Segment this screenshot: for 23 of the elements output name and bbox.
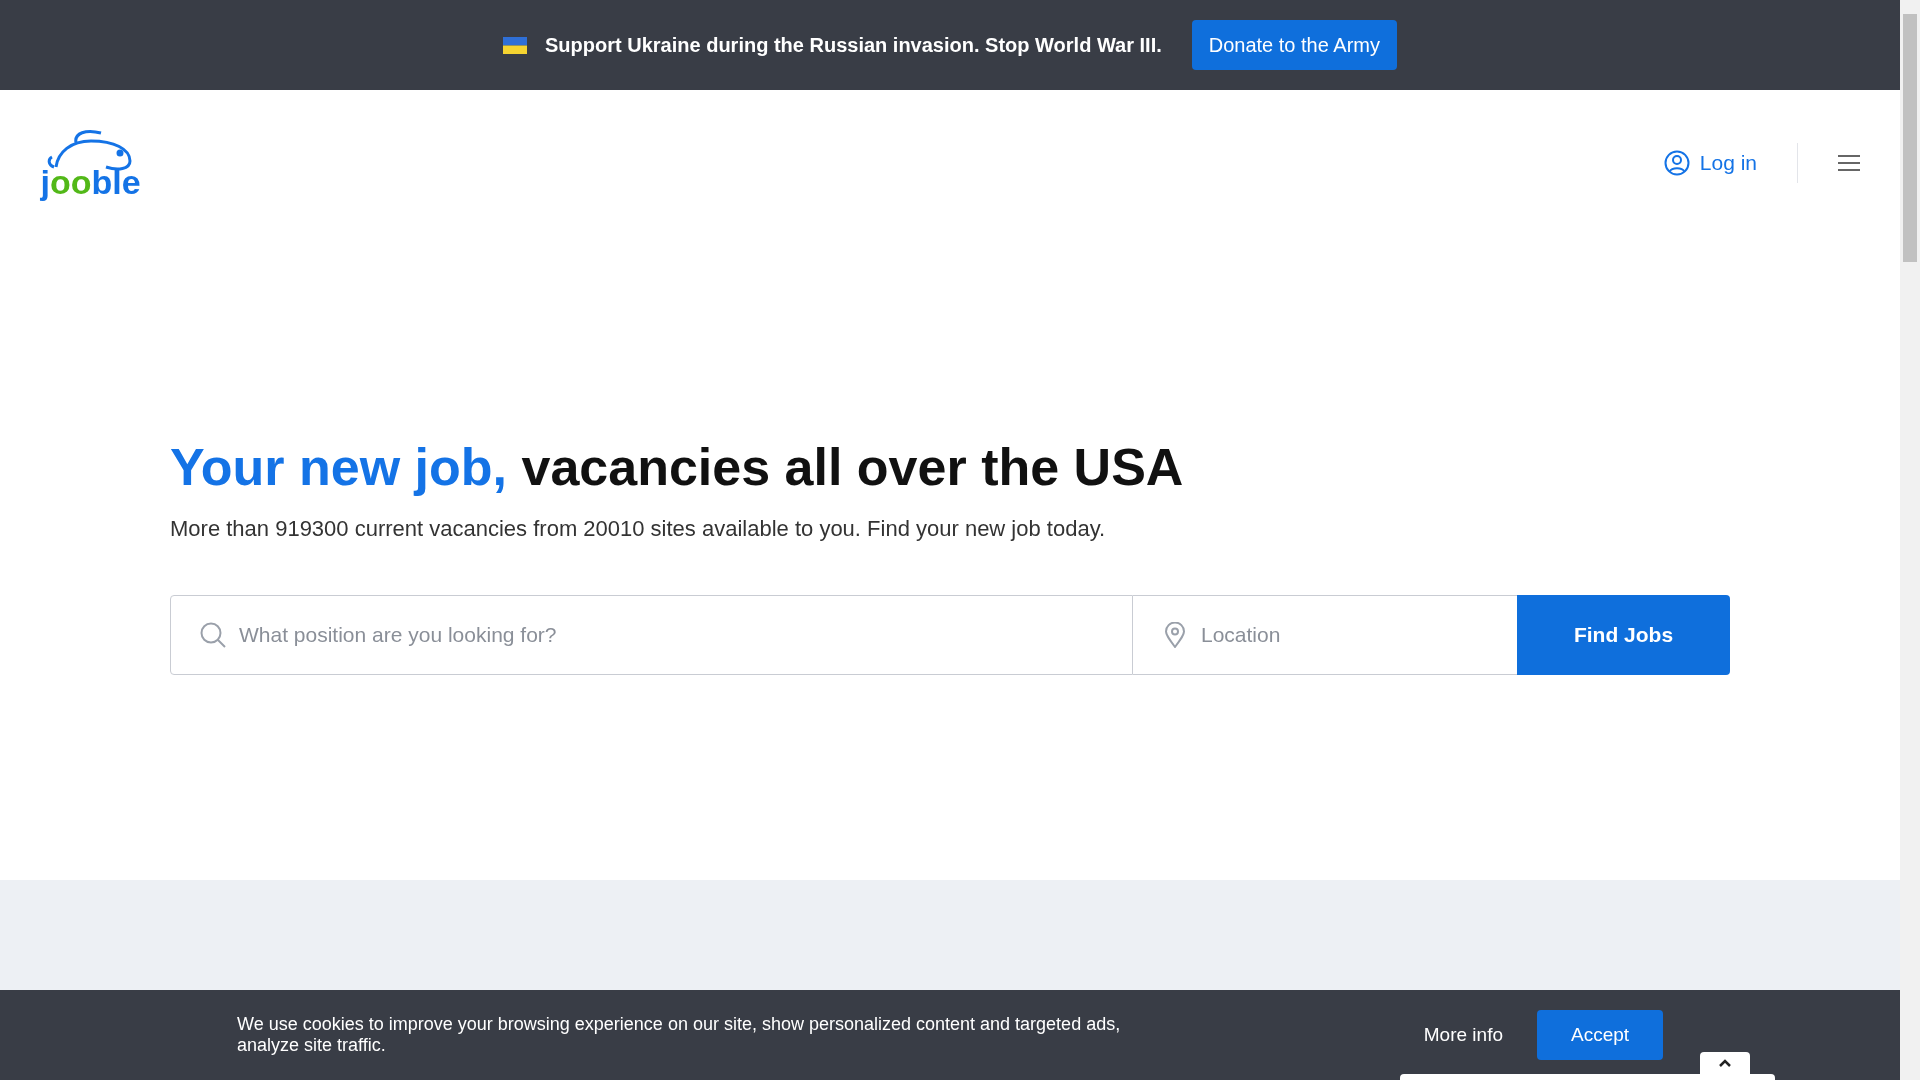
menu-icon[interactable] — [1838, 154, 1860, 171]
user-icon — [1663, 149, 1690, 176]
find-jobs-button[interactable]: Find Jobs — [1517, 595, 1730, 675]
logo-letters: ble — [91, 164, 141, 199]
hero-title: Your new job, vacancies all over the USA — [170, 437, 1185, 498]
chevron-up-icon — [1719, 1059, 1731, 1067]
scrollbar-thumb[interactable] — [1903, 14, 1917, 262]
search-icon — [200, 622, 226, 648]
location-pin-icon — [1165, 622, 1185, 648]
more-info-button[interactable]: More info — [1403, 1010, 1523, 1060]
banner-message: Support Ukraine during the Russian invasion. Stop World War III. — [545, 33, 1162, 58]
hero-subtitle: More than 919300 current vacancies from 20010 sites available to you. Find your new job today. — [170, 515, 1107, 543]
position-field[interactable]: What position are you looking for? — [170, 595, 1133, 675]
cookie-message: We use cookies to improve your browsing experience on our site, show personalized content and targeted ads, analyze site traffic. — [237, 1014, 1122, 1056]
location-field[interactable]: Location — [1133, 595, 1517, 675]
logo-letters: oo — [49, 164, 92, 199]
logo-letters: j — [40, 164, 50, 199]
donate-button[interactable]: Donate to the Army — [1191, 20, 1397, 70]
flag-icon — [503, 36, 528, 54]
scroll-top-tab[interactable] — [1700, 1052, 1750, 1074]
jooble-logo[interactable]: jooble — [38, 126, 143, 199]
login-link[interactable]: Log in — [1663, 146, 1757, 179]
accept-button[interactable]: Accept — [1537, 1010, 1663, 1060]
